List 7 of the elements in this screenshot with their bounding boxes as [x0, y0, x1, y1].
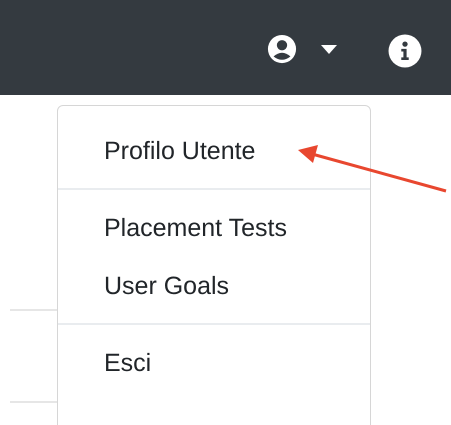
menu-item[interactable]: Profilo Utente — [58, 126, 370, 176]
caret-icon[interactable] — [321, 44, 337, 54]
info-icon[interactable] — [388, 34, 422, 68]
menu-item[interactable]: User Goals — [58, 261, 370, 311]
menu-item[interactable]: Placement Tests — [58, 203, 370, 253]
user-icon[interactable] — [267, 34, 297, 64]
menu-item[interactable]: Esci — [58, 338, 370, 388]
